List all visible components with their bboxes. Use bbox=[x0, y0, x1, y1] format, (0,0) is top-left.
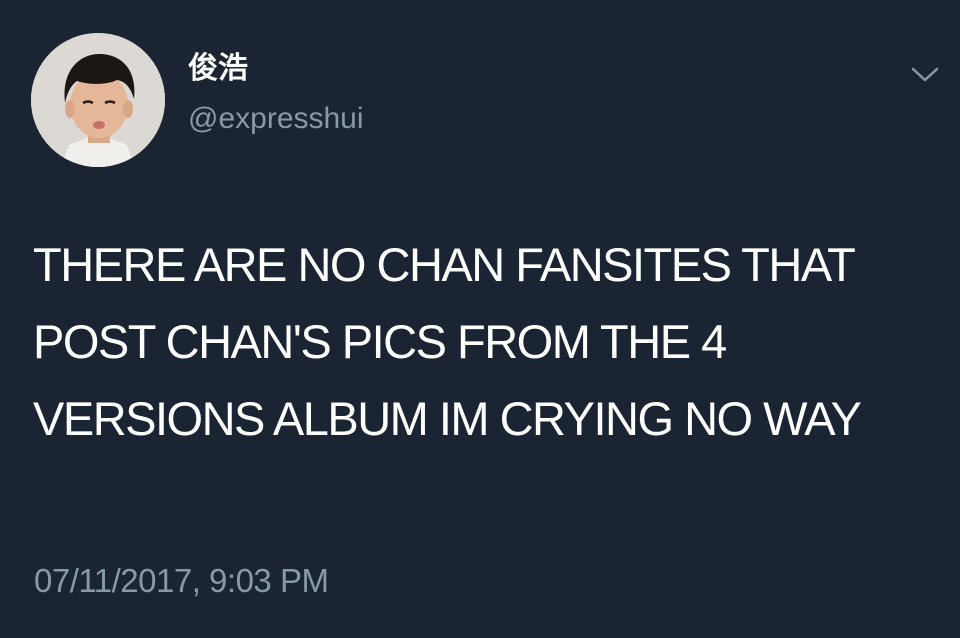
tweet-timestamp[interactable]: 07/11/2017, 9:03 PM bbox=[34, 564, 329, 597]
author-handle[interactable]: @expresshui bbox=[188, 104, 364, 134]
author-display-name[interactable]: 俊浩 bbox=[188, 54, 248, 84]
avatar-photo bbox=[31, 33, 165, 167]
chevron-down-icon[interactable] bbox=[908, 64, 942, 86]
tweet-card: 俊浩 @expresshui THERE ARE NO CHAN FANSITE… bbox=[0, 0, 960, 638]
tweet-text: THERE ARE NO CHAN FANSITES THAT POST CHA… bbox=[33, 238, 862, 445]
avatar[interactable] bbox=[31, 33, 165, 167]
